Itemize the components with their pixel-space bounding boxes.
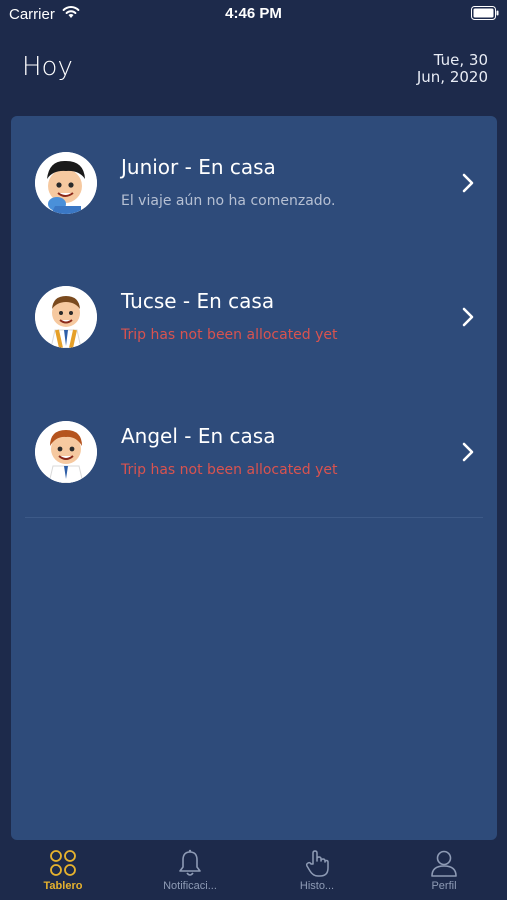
- date-line-1: Tue, 30: [433, 51, 488, 69]
- dashboard-icon: [50, 850, 76, 876]
- tab-label: Tablero: [43, 880, 83, 892]
- tab-label: Histo...: [299, 880, 335, 892]
- chevron-right-icon: [462, 442, 474, 462]
- date-line-2: Jun, 2020: [416, 68, 488, 86]
- trip-status: Trip has not been allocated yet: [121, 462, 338, 478]
- chevron-right-icon: [462, 307, 474, 327]
- status-bar: Carrier 4:46 PM: [0, 0, 507, 28]
- list-divider: [25, 517, 483, 518]
- tab-notificaciones[interactable]: Notificaci...: [127, 840, 253, 900]
- chevron-right-icon: [462, 173, 474, 193]
- student-row-junior[interactable]: Junior - En casa El viaje aún no ha come…: [11, 116, 497, 248]
- current-date: Tue, 30 Jun, 2020: [417, 52, 488, 86]
- tab-label: Perfil: [431, 880, 457, 892]
- student-row-angel[interactable]: Angel - En casa Trip has not been alloca…: [11, 385, 497, 517]
- student-row-tucse[interactable]: Tucse - En casa Trip has not been alloca…: [11, 250, 497, 382]
- tab-perfil[interactable]: Perfil: [381, 840, 507, 900]
- boy-avatar-icon: [35, 286, 97, 348]
- tab-historial[interactable]: Histo...: [254, 840, 380, 900]
- student-name: Angel - En casa: [121, 424, 276, 448]
- trip-status: Trip has not been allocated yet: [121, 327, 338, 343]
- students-card: Junior - En casa El viaje aún no ha come…: [11, 116, 497, 840]
- status-time: 4:46 PM: [225, 5, 282, 22]
- hand-pointer-icon: [305, 850, 329, 877]
- boy-avatar-icon: [35, 152, 97, 214]
- tab-bar: Tablero Notificaci... Histo... Perfil: [0, 840, 507, 900]
- boy-avatar-icon: [35, 421, 97, 483]
- student-name: Tucse - En casa: [121, 289, 275, 313]
- student-name: Junior - En casa: [121, 155, 276, 179]
- battery-icon: [471, 6, 499, 20]
- tab-label: Notificaci...: [163, 880, 217, 892]
- user-icon: [431, 850, 457, 877]
- bell-icon: [179, 849, 201, 876]
- page-title: Hoy: [22, 52, 73, 82]
- trip-status: El viaje aún no ha comenzado.: [121, 193, 336, 209]
- tab-tablero[interactable]: Tablero: [0, 840, 126, 900]
